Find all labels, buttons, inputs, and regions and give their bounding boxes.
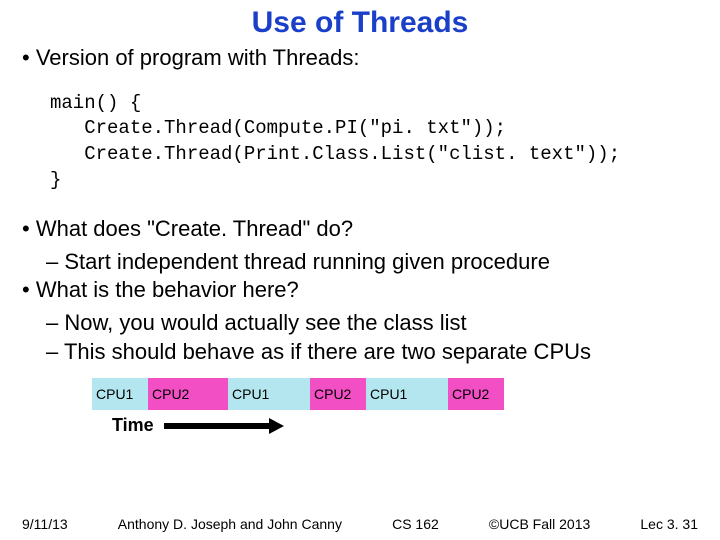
cpu-block-2: CPU2 — [148, 378, 228, 410]
slide-footer: 9/11/13 Anthony D. Joseph and John Canny… — [0, 516, 720, 532]
cpu-block-5: CPU1 — [366, 378, 448, 410]
footer-date: 9/11/13 — [22, 516, 68, 532]
footer-authors: Anthony D. Joseph and John Canny — [118, 516, 342, 532]
cpu-block-3: CPU1 — [228, 378, 310, 410]
code-line-2: Create.Thread(Compute.PI("pi. txt")); — [50, 117, 506, 139]
slide-body: Version of program with Threads: main() … — [0, 40, 720, 438]
subbullet-two-cpus: This should behave as if there are two s… — [46, 338, 698, 367]
time-label: Time — [112, 414, 154, 437]
cpu-block-1: CPU1 — [92, 378, 148, 410]
slide: Use of Threads Version of program with T… — [0, 0, 720, 540]
footer-course: CS 162 — [392, 516, 439, 532]
code-line-4: } — [50, 169, 61, 191]
footer-lec: Lec 3. 31 — [640, 516, 698, 532]
subbullet-start-thread: Start independent thread running given p… — [46, 248, 698, 277]
cpu-timeline: CPU1 CPU2 CPU1 CPU2 CPU1 CPU2 — [92, 378, 698, 410]
bullet-version: Version of program with Threads: — [22, 44, 698, 73]
bullet-behavior: What is the behavior here? — [22, 276, 698, 305]
arrow-right-icon — [164, 418, 284, 434]
slide-title: Use of Threads — [0, 0, 720, 40]
cpu-block-4: CPU2 — [310, 378, 366, 410]
bullet-createthread: What does "Create. Thread" do? — [22, 215, 698, 244]
code-block: main() { Create.Thread(Compute.PI("pi. t… — [50, 91, 698, 194]
footer-copyright: ©UCB Fall 2013 — [489, 516, 590, 532]
code-line-3: Create.Thread(Print.Class.List("clist. t… — [50, 143, 620, 165]
code-line-1: main() { — [50, 92, 141, 114]
cpu-block-6: CPU2 — [448, 378, 504, 410]
time-axis: Time — [112, 414, 698, 437]
subbullet-see-classlist: Now, you would actually see the class li… — [46, 309, 698, 338]
